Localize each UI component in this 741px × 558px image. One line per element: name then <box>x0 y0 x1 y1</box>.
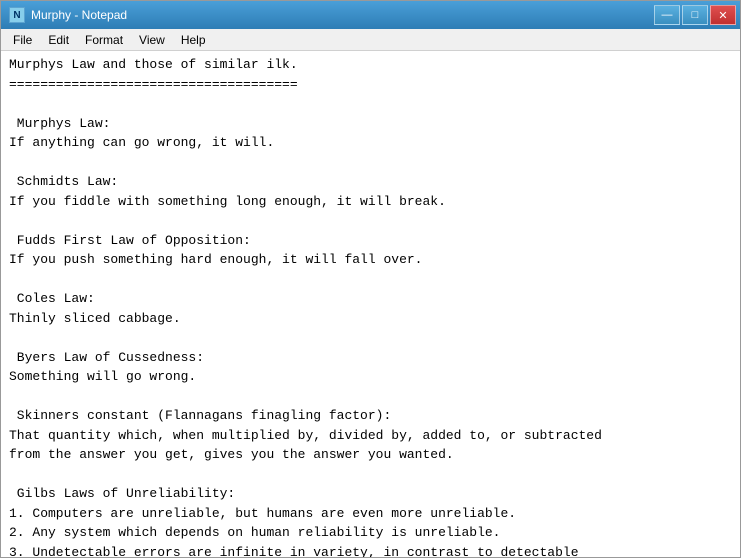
menu-help[interactable]: Help <box>173 30 214 50</box>
window-title: Murphy - Notepad <box>31 8 127 22</box>
title-bar: N Murphy - Notepad — □ ✕ <box>1 1 740 29</box>
menu-format[interactable]: Format <box>77 30 131 50</box>
menu-view[interactable]: View <box>131 30 173 50</box>
maximize-button[interactable]: □ <box>682 5 708 25</box>
window-controls: — □ ✕ <box>654 5 736 25</box>
minimize-button[interactable]: — <box>654 5 680 25</box>
editor-container <box>1 51 740 557</box>
menu-edit[interactable]: Edit <box>40 30 77 50</box>
text-editor[interactable] <box>1 51 740 557</box>
menu-file[interactable]: File <box>5 30 40 50</box>
title-bar-left: N Murphy - Notepad <box>9 7 127 23</box>
menu-bar: File Edit Format View Help <box>1 29 740 51</box>
app-icon: N <box>9 7 25 23</box>
close-button[interactable]: ✕ <box>710 5 736 25</box>
notepad-window: N Murphy - Notepad — □ ✕ File Edit Forma… <box>0 0 741 558</box>
